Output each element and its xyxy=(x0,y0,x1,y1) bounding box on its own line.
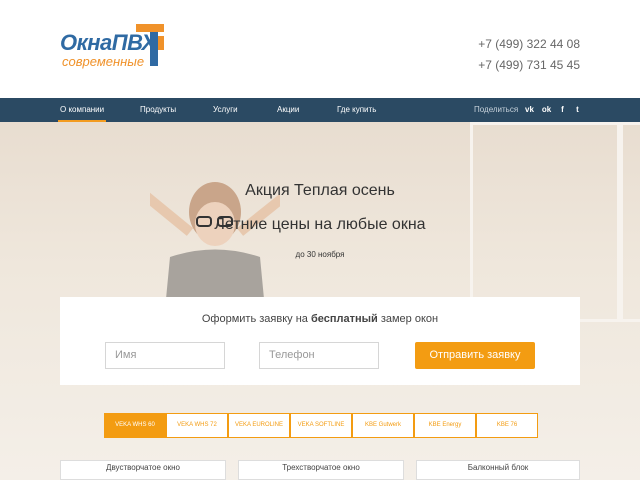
tab-kbe-gutwerk[interactable]: KBE Gutwerk xyxy=(352,413,414,438)
product-card-two-sash[interactable]: Двустворчатое окно xyxy=(60,460,226,480)
logo[interactable]: ОкнаПВХ современные xyxy=(60,24,170,70)
product-card-balcony[interactable]: Балконный блок xyxy=(416,460,580,480)
submit-request-button[interactable]: Отправить заявку xyxy=(415,342,535,369)
twitter-icon[interactable]: t xyxy=(572,104,583,115)
nav-item-products[interactable]: Продукты xyxy=(140,98,176,122)
vk-icon[interactable]: vk xyxy=(524,104,535,115)
nav-item-services[interactable]: Услуги xyxy=(213,98,238,122)
hero-subtitle: Летние цены на любые окна xyxy=(214,216,426,233)
phone-list: +7 (499) 322 44 08 +7 (499) 731 45 45 xyxy=(478,34,580,76)
tab-kbe-energy[interactable]: KBE Energy xyxy=(414,413,476,438)
hero-title: Акция Теплая осень xyxy=(245,182,395,199)
phone-link-2[interactable]: +7 (499) 731 45 45 xyxy=(478,55,580,76)
tab-veka-euroline[interactable]: VEKA EUROLINE xyxy=(228,413,290,438)
tab-kbe-76[interactable]: KBE 76 xyxy=(476,413,538,438)
phone-input[interactable]: Телефон xyxy=(259,342,379,369)
logo-window-icon xyxy=(136,24,164,66)
logo-subtitle: современные xyxy=(62,54,145,69)
main-nav: О компании Продукты Услуги Акции Где куп… xyxy=(0,98,640,122)
name-input[interactable]: Имя xyxy=(105,342,225,369)
form-title: Оформить заявку на бесплатный замер окон xyxy=(201,313,439,325)
nav-item-promotions[interactable]: Акции xyxy=(277,98,299,122)
share-label: Поделиться xyxy=(474,105,519,114)
phone-link-1[interactable]: +7 (499) 322 44 08 xyxy=(478,34,580,55)
nav-item-where-to-buy[interactable]: Где купить xyxy=(337,98,376,122)
hero-date: до 30 ноября xyxy=(295,250,345,259)
nav-item-about[interactable]: О компании xyxy=(57,98,107,122)
tab-veka-softline[interactable]: VEKA SOFTLINE xyxy=(290,413,352,438)
odnoklassniki-icon[interactable]: ok xyxy=(541,104,552,115)
site-header: ОкнаПВХ современные +7 (499) 322 44 08 +… xyxy=(0,0,640,98)
tab-veka-whs-72[interactable]: VEKA WHS 72 xyxy=(166,413,228,438)
product-card-three-sash[interactable]: Трехстворчатое окно xyxy=(238,460,404,480)
request-form: Оформить заявку на бесплатный замер окон… xyxy=(60,297,580,385)
tab-veka-whs-60[interactable]: VEKA WHS 60 xyxy=(104,413,166,438)
facebook-icon[interactable]: f xyxy=(557,104,568,115)
